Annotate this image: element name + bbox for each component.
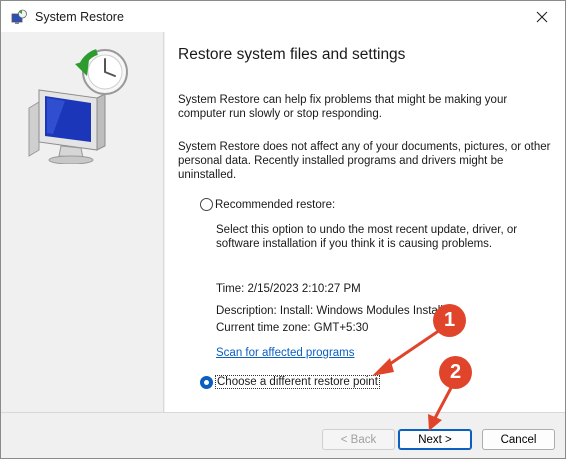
different-restore-point-label: Choose a different restore point (215, 375, 380, 389)
content-panel: Restore system files and settings System… (165, 32, 565, 412)
side-illustration-panel (1, 32, 164, 412)
annotation-callout-1: 1 (433, 304, 466, 337)
system-restore-icon (11, 9, 27, 24)
recommended-restore-label: Recommended restore: (215, 198, 336, 211)
annotation-callout-2: 2 (439, 356, 472, 389)
cancel-button[interactable]: Cancel (482, 429, 555, 450)
different-restore-point-option[interactable]: Choose a different restore point (200, 375, 380, 389)
restore-point-description: Description: Install: Windows Modules In… (216, 305, 454, 317)
recommended-description: Select this option to undo the most rece… (216, 224, 518, 250)
restore-monitor-illustration (28, 49, 128, 164)
recommended-restore-option[interactable]: Recommended restore: (200, 198, 335, 211)
back-button[interactable]: < Back (322, 429, 395, 450)
page-title: Restore system files and settings (178, 46, 406, 63)
recommended-restore-radio[interactable] (200, 198, 213, 211)
different-restore-point-radio[interactable] (200, 375, 213, 389)
button-bar: < Back Next > Cancel (1, 412, 565, 458)
info-text: System Restore does not affect any of yo… (178, 141, 551, 181)
scan-affected-programs-link[interactable]: Scan for affected programs (216, 347, 355, 359)
window-title: System Restore (35, 10, 124, 24)
close-button[interactable] (519, 1, 565, 32)
close-icon (536, 11, 548, 22)
intro-text: System Restore can help fix problems tha… (178, 94, 508, 120)
current-time-zone: Current time zone: GMT+5:30 (216, 322, 369, 334)
restore-point-time: Time: 2/15/2023 2:10:27 PM (216, 283, 361, 295)
title-bar: System Restore (1, 1, 565, 32)
system-restore-window: System Restore Restore system files and … (0, 0, 566, 459)
next-button[interactable]: Next > (398, 429, 472, 450)
